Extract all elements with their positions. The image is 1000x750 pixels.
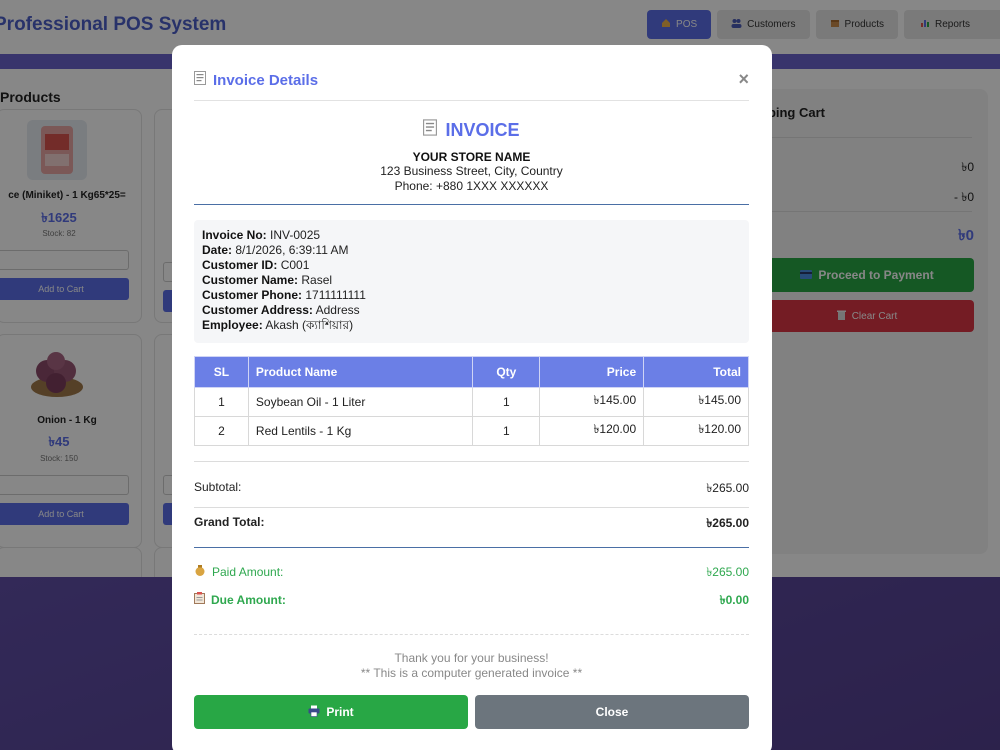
cell-price: ৳120.00	[539, 416, 645, 446]
customer-address: Address	[315, 303, 360, 317]
due-amount-label-group: Due Amount:	[194, 592, 286, 607]
cell-qty: 1	[472, 416, 541, 446]
summary-divider	[194, 547, 749, 548]
close-label: Close	[595, 705, 629, 719]
invoice-header: INVOICE YOUR STORE NAME 123 Business Str…	[194, 119, 749, 194]
customer-id-row: Customer ID: C001	[202, 258, 310, 272]
invoice-date-row: Date: 8/1/2026, 6:39:11 AM	[202, 243, 349, 257]
close-icon[interactable]: ×	[738, 69, 749, 90]
column-header-qty: Qty	[472, 356, 541, 388]
customer-address-row: Customer Address: Address	[202, 303, 360, 317]
customer-phone: 1711111111	[305, 288, 366, 302]
print-label: Print	[326, 705, 354, 719]
divider	[194, 461, 749, 462]
cell-sl: 2	[194, 416, 249, 446]
modal-header: Invoice Details ×	[194, 67, 749, 101]
invoice-info: Invoice No: INV-0025 Date: 8/1/2026, 6:3…	[194, 220, 749, 343]
modal-title-text: Invoice Details	[213, 71, 319, 89]
invoice-title: INVOICE	[194, 119, 749, 141]
subtotal-value: ৳265.00	[706, 481, 749, 495]
printer-icon	[308, 705, 320, 720]
customer-name-row: Customer Name: Rasel	[202, 273, 333, 287]
clipboard-icon	[194, 592, 205, 607]
footer-divider	[194, 634, 749, 635]
cell-product: Red Lentils - 1 Kg	[247, 416, 474, 446]
receipt-icon	[423, 119, 438, 141]
employee-name: Akash (ক্যাশিয়ার)	[265, 318, 354, 332]
column-header-total: Total	[643, 356, 749, 388]
paid-amount-label: Paid Amount:	[212, 564, 284, 579]
paid-amount-value: ৳265.00	[706, 565, 749, 579]
column-header-sl: SL	[194, 356, 249, 388]
employee-row: Employee: Akash (ক্যাশিয়ার)	[202, 318, 354, 332]
invoice-modal: Invoice Details × INVOICE YOUR STORE NAM…	[172, 45, 772, 750]
table-row: 1 Soybean Oil - 1 Liter 1 ৳145.00 ৳145.0…	[194, 387, 749, 417]
invoice-number-row: Invoice No: INV-0025	[202, 228, 321, 242]
cell-qty: 1	[472, 387, 541, 417]
cell-total: ৳120.00	[643, 416, 749, 446]
invoice-title-text: INVOICE	[445, 119, 520, 140]
cell-price: ৳145.00	[539, 387, 645, 417]
close-button[interactable]: Close	[475, 695, 749, 729]
subtotal-label: Subtotal:	[194, 480, 242, 494]
invoice-number: INV-0025	[270, 228, 321, 242]
receipt-icon	[194, 71, 206, 89]
customer-name: Rasel	[301, 273, 333, 287]
customer-id: C001	[280, 258, 310, 272]
header-divider	[194, 204, 749, 205]
divider	[194, 507, 749, 508]
invoice-footer: Thank you for your business! ** This is …	[194, 651, 749, 681]
due-amount-value: ৳0.00	[719, 593, 749, 607]
due-amount-label: Due Amount:	[211, 592, 286, 607]
customer-phone-row: Customer Phone: 1711111111	[202, 288, 366, 302]
modal-title: Invoice Details	[194, 71, 318, 89]
column-header-price: Price	[539, 356, 645, 388]
generated-note: ** This is a computer generated invoice …	[360, 666, 583, 680]
money-bag-icon	[194, 564, 206, 579]
grand-total-label: Grand Total:	[194, 515, 265, 529]
column-header-product: Product Name	[247, 356, 474, 388]
thank-you-message: Thank you for your business!	[394, 651, 549, 665]
store-name: YOUR STORE NAME	[412, 150, 531, 164]
store-phone: Phone: +880 1XXX XXXXXX	[394, 179, 549, 193]
paid-amount-label-group: Paid Amount:	[194, 564, 283, 579]
cell-product: Soybean Oil - 1 Liter	[247, 387, 474, 417]
invoice-date: 8/1/2026, 6:39:11 AM	[235, 243, 349, 257]
table-header-row: SL Product Name Qty Price Total	[194, 356, 749, 388]
invoice-items-table: SL Product Name Qty Price Total 1 Soybea…	[194, 356, 749, 446]
cell-sl: 1	[194, 387, 249, 417]
cell-total: ৳145.00	[643, 387, 749, 417]
grand-total-value: ৳265.00	[706, 516, 749, 530]
store-address: 123 Business Street, City, Country	[380, 164, 563, 178]
print-button[interactable]: Print	[194, 695, 468, 729]
table-row: 2 Red Lentils - 1 Kg 1 ৳120.00 ৳120.00	[194, 416, 749, 446]
